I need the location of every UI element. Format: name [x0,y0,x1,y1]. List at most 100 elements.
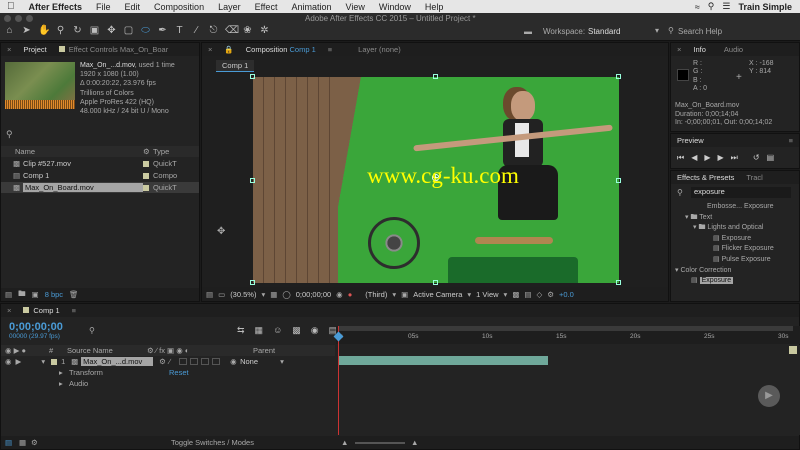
render-icon[interactable]: ▤ [5,438,12,447]
transform-handle[interactable] [250,280,255,285]
project-item[interactable]: ▩ Clip #527.mov QuickT [1,158,199,169]
switch-box[interactable] [179,358,188,365]
folder-expand-icon[interactable]: ▾ [675,267,679,274]
folder-expand-icon[interactable]: ▾ [685,214,689,221]
expand-icon[interactable]: ▦ [19,438,26,447]
close-window-icon[interactable] [4,15,11,22]
close-tab-icon[interactable]: × [1,45,17,54]
brush-tool-icon[interactable]: ∕ [191,25,202,36]
effect-folder[interactable]: ▾ Color Correction [671,266,799,277]
layer-name[interactable]: Max_On_...d.mov [81,357,154,366]
effect-item[interactable]: ▤ Exposure [671,234,799,245]
play-icon[interactable]: ▶ [704,153,710,163]
close-tab-icon[interactable]: × [202,45,218,54]
chevron-down-icon[interactable]: ▾ [392,290,396,299]
snapshot-icon[interactable]: ◉ [336,290,343,299]
workspace-select[interactable]: Standard [588,27,620,36]
search-help-input[interactable]: Search Help [678,27,722,36]
time-ruler[interactable]: 0s 05s 10s 15s 20s 25s 30s [336,326,800,344]
zoom-in-icon[interactable]: ▲ [411,438,418,447]
menu-animation[interactable]: Animation [284,2,338,12]
hand-tool-icon[interactable]: ✋ [38,25,50,36]
tab-info[interactable]: Info [687,45,712,54]
clone-stamp-tool-icon[interactable]: ⎋ [208,25,219,36]
tab-project[interactable]: Project [17,45,52,54]
comp-timecode[interactable]: 0;00;00;00 [296,290,331,299]
property-expand-icon[interactable]: ▸ [59,379,69,388]
menu-composition[interactable]: Composition [147,2,211,12]
transform-handle[interactable] [616,280,621,285]
comp-flowchart-icon[interactable]: ⇆ [237,325,245,336]
channel-icon[interactable]: ● [348,290,353,299]
flowchart-icon[interactable]: ◇ [537,290,543,299]
region-icon[interactable]: ▣ [401,290,408,299]
new-composition-icon[interactable]: ▣ [32,290,39,299]
video-toggle-icon[interactable]: ◉ [5,357,12,366]
quality-switch-icon[interactable]: ⚙ [159,357,169,366]
workspace-icon[interactable]: ▬ [524,27,532,36]
composition-viewer[interactable]: ⊕ www.cg-ku.com [253,77,619,283]
last-frame-icon[interactable]: ⏭ [731,153,738,163]
menu-icon[interactable]: ≡ [783,136,799,145]
rectangle-tool-icon[interactable]: ▢ [123,25,134,36]
timeline-timecode[interactable]: 0;00;00;00 [9,321,63,333]
transform-handle[interactable] [250,74,255,79]
pick-whip-icon[interactable]: ◉ [230,357,240,366]
property-transform[interactable]: ▸ Transform Reset [1,367,335,378]
previous-frame-icon[interactable]: ◀ [691,153,697,163]
monitor-icon[interactable]: ▭ [218,290,225,299]
switch-box[interactable] [212,358,221,365]
camera-view-select[interactable]: (Third) [365,290,387,299]
column-parent[interactable]: Parent [253,346,275,355]
zoom-window-icon[interactable] [26,15,33,22]
tab-tracker[interactable]: Tracl [740,173,768,182]
menu-icon[interactable]: ≡ [322,45,338,54]
mode-icon[interactable]: ⚙ [31,438,38,447]
project-item[interactable]: ▩ Max_On_Board.mov QuickT [1,182,199,193]
wifi-icon[interactable]: ≈ [695,2,700,12]
roto-brush-tool-icon[interactable]: ❀ [242,25,253,36]
switch-box[interactable] [190,358,199,365]
loop-icon[interactable]: ↺ [753,153,760,163]
effect-item[interactable]: ▤ Pulse Exposure [671,255,799,266]
comp-subtab[interactable]: Comp 1 [216,60,255,72]
pan-behind-tool-icon[interactable]: ✥ [106,25,117,36]
transform-handle[interactable] [433,280,438,285]
layer-duration-bar[interactable] [338,356,548,365]
effect-item[interactable]: Embosse... Exposure [671,202,799,213]
frame-blending-icon[interactable]: ▩ [292,325,301,336]
effects-search-input[interactable]: exposure [691,187,791,198]
project-item[interactable]: ▤ Comp 1 Compo [1,170,199,181]
first-frame-icon[interactable]: ⏮ [677,153,684,163]
label-color[interactable] [143,172,149,179]
menu-window[interactable]: Window [372,2,418,12]
effect-item[interactable]: ▤ Flicker Exposure [671,244,799,255]
selection-tool-icon[interactable]: ➤ [21,25,32,36]
puppet-pin-tool-icon[interactable]: ✲ [259,25,270,36]
transform-handle[interactable] [250,178,255,183]
label-color[interactable] [143,184,149,191]
project-search-icon[interactable]: ⚲ [6,129,13,140]
transform-handle[interactable] [433,74,438,79]
switch-box[interactable] [201,358,210,365]
effect-folder[interactable]: ▾ 🖿 Text [671,213,799,224]
camera-tool-icon[interactable]: ▣ [89,25,100,36]
reset-link[interactable]: Reset [169,368,189,377]
ellipse-tool-icon[interactable]: ⬭ [140,25,151,36]
transform-handle[interactable] [616,178,621,183]
toggle-switches-modes[interactable]: Toggle Switches / Modes [171,438,254,447]
timeline-search-icon[interactable]: ⚲ [89,326,95,335]
list-icon[interactable]: ☰ [722,1,730,12]
tab-effects-presets[interactable]: Effects & Presets [671,173,740,182]
effect-item[interactable]: ▤ Exposure [671,276,799,287]
exposure-reset-icon[interactable]: ⚙ [547,290,554,299]
type-tool-icon[interactable]: T [174,25,185,36]
menu-edit[interactable]: Edit [118,2,148,12]
tab-composition[interactable]: Composition Comp 1 [240,45,322,54]
menu-effect[interactable]: Effect [248,2,285,12]
zoom-tool-icon[interactable]: ⚲ [55,25,66,36]
mute-icon[interactable]: ▤ [767,153,775,163]
fast-preview-icon[interactable]: ▩ [512,290,519,299]
home-icon[interactable]: ⌂ [4,25,15,36]
menu-help[interactable]: Help [418,2,451,12]
